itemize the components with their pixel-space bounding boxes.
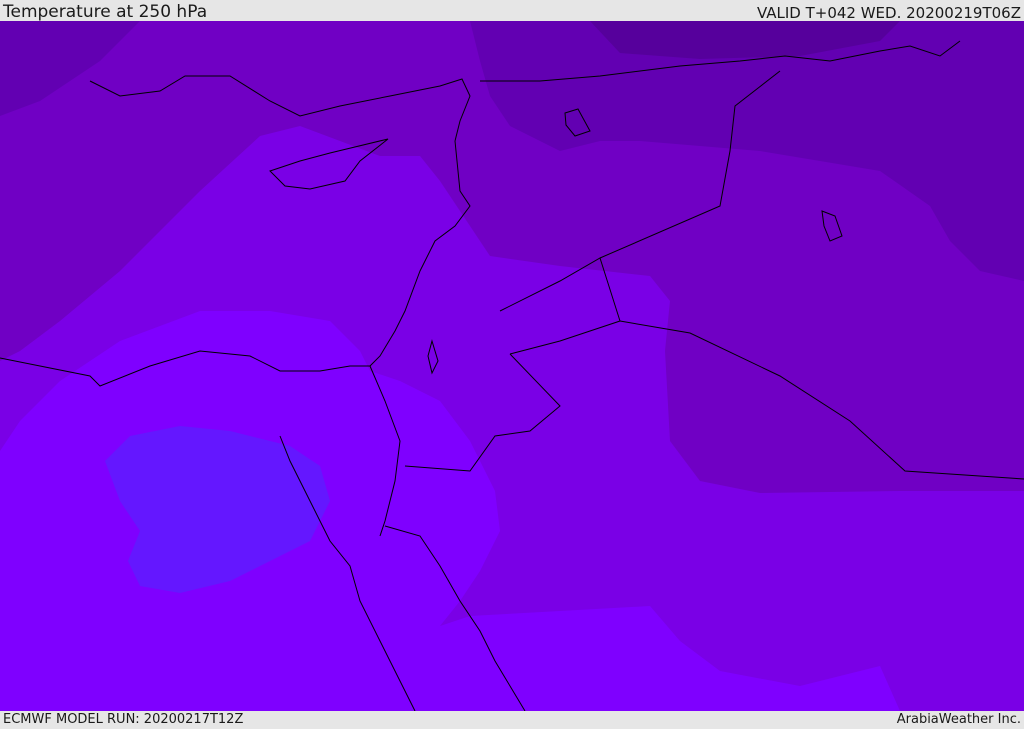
valid-time: VALID T+042 WED. 20200219T06Z [756,4,1021,22]
model-run-label: ECMWF MODEL RUN: 20200217T12Z [3,712,244,727]
map-header: Temperature at 250 hPa VALID T+042 WED. … [0,0,1024,21]
credit-label: ArabiaWeather Inc. [896,712,1021,727]
map-footer: ECMWF MODEL RUN: 20200217T12Z ArabiaWeat… [0,711,1024,729]
temperature-map[interactable] [0,21,1024,711]
map-title: Temperature at 250 hPa [3,2,208,22]
